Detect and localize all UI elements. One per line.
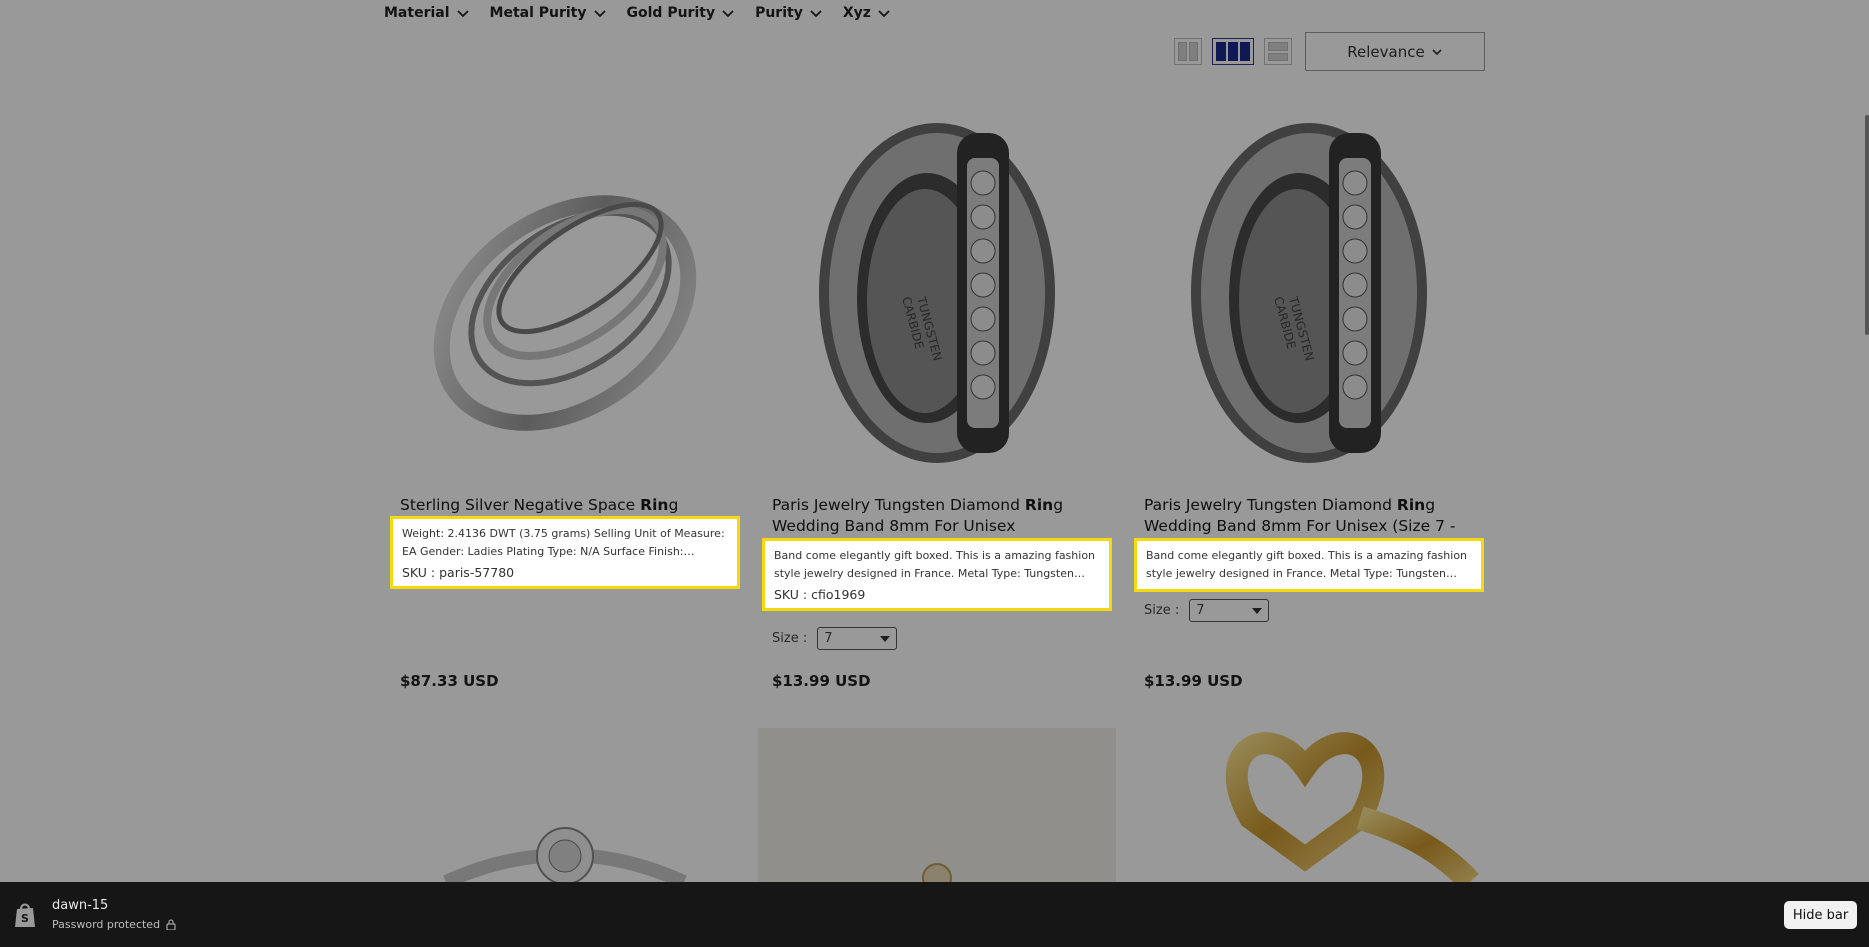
filter-label: Purity: [755, 5, 803, 21]
product-description-box: Band come elegantly gift boxed. This is …: [1134, 538, 1484, 592]
product-sku: SKU : cfio1969: [774, 587, 866, 602]
product-image[interactable]: [386, 728, 744, 882]
svg-text:S: S: [21, 912, 29, 925]
product-image[interactable]: [1130, 728, 1488, 882]
product-card[interactable]: Sterling Silver Negative Space Ring Weig…: [386, 103, 744, 713]
size-value: 7: [1196, 603, 1205, 618]
title-highlight: Rin: [1024, 496, 1054, 514]
three-column-view-button[interactable]: [1212, 38, 1254, 65]
product-image[interactable]: [386, 103, 744, 483]
caret-down-icon: [880, 635, 891, 642]
product-price: $13.99 USD: [772, 672, 871, 690]
title-text: Wedding Band 8mm For Unisex: [772, 517, 1016, 535]
silver-ring-image: [433, 195, 697, 431]
product-title[interactable]: Paris Jewelry Tungsten Diamond Ring Wedd…: [772, 495, 1112, 537]
grid-cell-icon: [1216, 42, 1226, 61]
title-text: Sterling Silver Negative Space: [400, 496, 641, 514]
product-card[interactable]: [386, 728, 744, 882]
product-card[interactable]: [758, 728, 1116, 882]
size-selector-row: Size : 7: [772, 627, 898, 650]
filter-xyz[interactable]: Xyz: [843, 5, 891, 21]
product-description-box: Band come elegantly gift boxed. This is …: [762, 538, 1112, 611]
chevron-down-icon: [593, 10, 606, 18]
title-text: g: [1053, 496, 1064, 514]
filter-label: Material: [384, 5, 450, 21]
filter-bar: Material Metal Purity Gold Purity Purity…: [384, 0, 891, 26]
diamond-ring-image: [922, 863, 952, 882]
caret-down-icon: [1252, 607, 1263, 614]
view-toggle-group: [1174, 38, 1292, 65]
size-select[interactable]: 7: [1189, 599, 1270, 622]
filter-metal-purity[interactable]: Metal Purity: [490, 5, 607, 21]
list-view-button[interactable]: [1264, 38, 1292, 65]
title-text: Paris Jewelry Tungsten Diamond: [1144, 496, 1397, 514]
title-text: g: [1425, 496, 1436, 514]
filter-material[interactable]: Material: [384, 5, 470, 21]
chevron-down-icon: [810, 10, 822, 18]
two-column-view-button[interactable]: [1174, 38, 1202, 65]
password-status: Password protected: [52, 918, 176, 931]
product-description-box: Weight: 2.4136 DWT (3.75 grams) Selling …: [390, 516, 740, 589]
sort-label: Relevance: [1347, 42, 1425, 61]
product-card[interactable]: TUNGSTEN CARBIDE Paris Jewelry Tungsten …: [758, 103, 1116, 713]
product-card[interactable]: [1130, 728, 1488, 882]
grid-cell-icon: [1240, 42, 1250, 61]
product-image[interactable]: TUNGSTEN CARBIDE: [758, 103, 1116, 483]
tungsten-ring-image: TUNGSTEN CARBIDE: [1191, 123, 1427, 463]
filter-label: Xyz: [842, 5, 871, 21]
solitaire-ring-image: [443, 827, 687, 882]
preview-bar: S dawn-15 Password protected Hide bar: [0, 882, 1869, 947]
chevron-down-icon: [1432, 48, 1442, 55]
product-sku: SKU : paris-57780: [402, 565, 515, 580]
chevron-down-icon: [878, 10, 890, 18]
size-label: Size :: [1144, 603, 1180, 618]
product-description: Weight: 2.4136 DWT (3.75 grams) Selling …: [402, 527, 725, 558]
product-image[interactable]: TUNGSTEN CARBIDE: [1130, 103, 1488, 483]
grid-cell-icon: [1268, 42, 1288, 51]
lock-icon: [166, 919, 176, 930]
status-text: Password protected: [52, 918, 161, 931]
product-title[interactable]: Sterling Silver Negative Space Ring: [400, 495, 740, 516]
gold-heart-ring-image: [1225, 732, 1479, 882]
title-highlight: Rin: [1396, 496, 1426, 514]
product-price: $13.99 USD: [1144, 672, 1243, 690]
product-description: Band come elegantly gift boxed. This is …: [1146, 549, 1468, 580]
grid-cell-icon: [1189, 42, 1198, 61]
tungsten-ring-image: TUNGSTEN CARBIDE: [819, 123, 1055, 463]
filter-label: Gold Purity: [626, 5, 716, 21]
hide-bar-button[interactable]: Hide bar: [1784, 901, 1857, 929]
grid-cell-icon: [1268, 52, 1288, 61]
size-value: 7: [824, 631, 833, 646]
title-text: g: [668, 496, 679, 514]
title-text: Paris Jewelry Tungsten Diamond: [772, 496, 1025, 514]
size-select[interactable]: 7: [817, 627, 898, 650]
sort-dropdown[interactable]: Relevance: [1305, 32, 1485, 71]
size-selector-row: Size : 7: [1144, 599, 1270, 622]
store-name: dawn-15: [52, 898, 109, 913]
shopify-bag-icon: S: [15, 903, 35, 927]
filter-purity[interactable]: Purity: [755, 5, 823, 21]
product-card[interactable]: TUNGSTEN CARBIDE Paris Jewelry Tungsten …: [1130, 103, 1488, 713]
title-highlight: Rin: [640, 496, 669, 514]
product-price: $87.33 USD: [400, 672, 499, 690]
chevron-down-icon: [722, 10, 734, 18]
scrollbar-thumb[interactable]: [1865, 115, 1869, 335]
filter-gold-purity[interactable]: Gold Purity: [627, 5, 736, 21]
size-label: Size :: [772, 631, 808, 646]
filter-label: Metal Purity: [489, 5, 587, 21]
chevron-down-icon: [456, 10, 469, 18]
grid-cell-icon: [1178, 42, 1187, 61]
grid-cell-icon: [1228, 42, 1238, 61]
product-image[interactable]: [758, 728, 1116, 882]
product-description: Band come elegantly gift boxed. This is …: [774, 549, 1096, 580]
